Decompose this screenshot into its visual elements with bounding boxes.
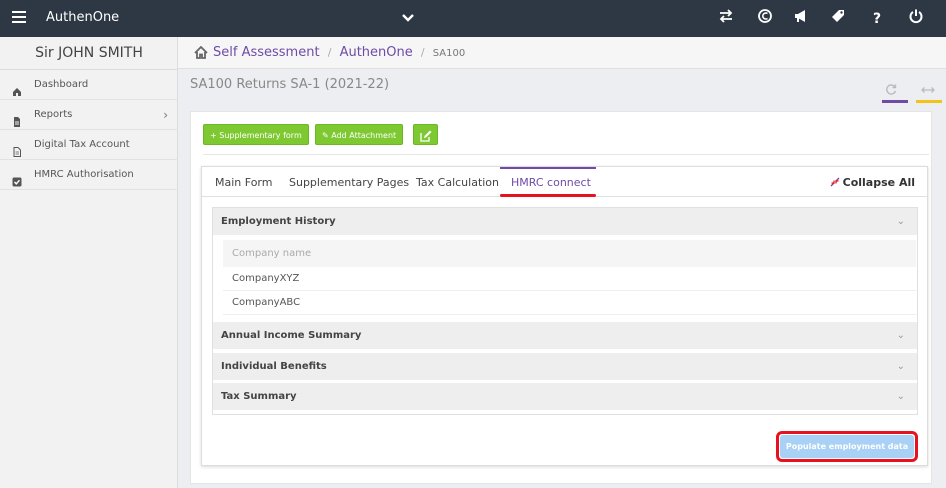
sidebar-item-digital-tax-account[interactable]: Digital Tax Account (0, 130, 178, 160)
collapse-all-label: Collapse All (842, 176, 915, 189)
top-bar: AuthenOne ? (0, 0, 946, 37)
breadcrumb-authenone[interactable]: AuthenOne (340, 45, 413, 60)
refresh-icon[interactable] (885, 81, 897, 95)
tab-main-form[interactable]: Main Form (215, 176, 272, 189)
chevron-down-icon: ⌄ (896, 391, 905, 402)
power-icon[interactable] (905, 8, 927, 30)
sidebar-item-hmrc-authorisation[interactable]: HMRC Authorisation (0, 160, 178, 190)
sidebar-item-reports[interactable]: Reports › (0, 100, 178, 130)
document-icon (12, 110, 22, 127)
tag-icon[interactable] (827, 8, 849, 30)
tab-hmrc-connect[interactable]: HMRC connect (511, 176, 591, 189)
tab-bar: Main Form Supplementary Pages Tax Calcul… (202, 167, 927, 197)
megaphone-icon[interactable] (790, 8, 812, 30)
user-name: Sir JOHN SMITH (0, 37, 178, 70)
company-name-header: Company name (223, 240, 916, 267)
divider (203, 154, 929, 155)
chevron-down-icon: ⌄ (896, 330, 905, 341)
table-row: CompanyABC (223, 291, 916, 315)
page-title: SA100 Returns SA-1 (2021-22) (190, 77, 390, 92)
breadcrumb-separator: / (420, 46, 425, 59)
hmrc-card: Main Form Supplementary Pages Tax Calcul… (201, 166, 928, 466)
collapse-all-button[interactable]: Collapse All (830, 176, 915, 189)
table-row: CompanyXYZ (223, 267, 916, 291)
tab-tax-calculation[interactable]: Tax Calculation (416, 176, 499, 189)
add-attachment-button[interactable]: ✎ Add Attachment (315, 124, 404, 145)
section-title: Tax Summary (221, 391, 297, 402)
chevron-down-icon: ⌄ (896, 216, 905, 227)
chevron-down-icon[interactable] (398, 9, 418, 27)
home-icon[interactable] (194, 45, 208, 59)
checkbox-icon (12, 170, 22, 187)
home-icon (12, 80, 22, 96)
sidebar-item-dashboard[interactable]: Dashboard (0, 70, 178, 100)
sidebar-item-label: Digital Tax Account (34, 139, 130, 150)
populate-employment-data-button[interactable]: Populate employment data (780, 435, 914, 458)
edit-icon (420, 129, 432, 150)
collapse-icon (830, 177, 840, 187)
sidebar-item-label: HMRC Authorisation (34, 169, 134, 180)
title-row: SA100 Returns SA-1 (2021-22) (178, 69, 946, 103)
section-title: Annual Income Summary (221, 330, 362, 341)
app-name: AuthenOne (46, 10, 120, 25)
sidebar-item-label: Dashboard (34, 79, 89, 90)
chevron-right-icon: › (163, 108, 168, 122)
annual-income-summary-header[interactable]: Annual Income Summary ⌄ (213, 322, 917, 349)
section-title: Individual Benefits (221, 361, 327, 372)
employment-history-header[interactable]: Employment History ⌄ (213, 208, 917, 235)
supplementary-form-button[interactable]: + Supplementary form (203, 124, 309, 145)
individual-benefits-header[interactable]: Individual Benefits ⌄ (213, 353, 917, 380)
accordion: Employment History ⌄ Company name Compan… (212, 207, 918, 415)
tool-indicator-purple (882, 100, 908, 103)
tab-supplementary-pages[interactable]: Supplementary Pages (289, 176, 409, 189)
menu-icon[interactable] (10, 9, 30, 27)
sidebar-item-label: Reports (34, 109, 73, 120)
help-icon[interactable]: ? (866, 8, 888, 30)
breadcrumb-self-assessment[interactable]: Self Assessment (213, 45, 320, 60)
section-title: Employment History (221, 216, 336, 227)
main-panel: + Supplementary form ✎ Add Attachment Ma… (190, 111, 932, 484)
active-tab-indicator (500, 167, 596, 169)
edit-button[interactable] (413, 124, 438, 145)
breadcrumb-separator: / (327, 46, 332, 59)
tab-highlight-underline (500, 194, 596, 197)
sidebar: Sir JOHN SMITH Dashboard Reports › Digit… (0, 37, 178, 488)
transfer-icon[interactable] (715, 8, 737, 30)
chevron-down-icon: ⌄ (896, 361, 905, 372)
breadcrumb-current: SA100 (432, 48, 466, 59)
tool-indicator-yellow (916, 100, 942, 103)
expand-icon[interactable] (921, 81, 935, 93)
breadcrumb: Self Assessment / AuthenOne / SA100 (178, 37, 946, 69)
currency-icon[interactable] (754, 8, 776, 30)
tax-summary-header[interactable]: Tax Summary ⌄ (213, 383, 917, 410)
file-icon (12, 140, 22, 157)
